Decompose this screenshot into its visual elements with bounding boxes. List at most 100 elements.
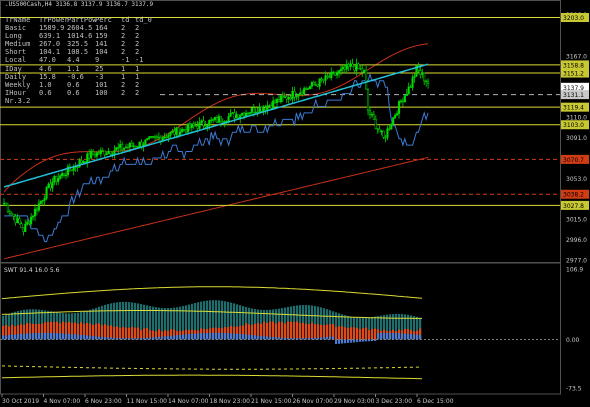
indicator-bar-red	[305, 323, 308, 340]
candle-body	[396, 113, 399, 116]
candle-body	[37, 203, 40, 211]
indicator-bar-blue	[341, 339, 344, 344]
candle-body	[318, 78, 321, 87]
candle-body	[394, 114, 397, 118]
symbol-quote-line: .US500Cash,H4 3136.8 3137.9 3136.7 3137.…	[5, 1, 154, 8]
indicator-bar-blue	[344, 339, 347, 344]
indicator-bar-blue	[350, 339, 353, 343]
indicator-bar-red	[137, 327, 140, 340]
candle-body	[153, 136, 157, 138]
table-cell: 2	[121, 40, 126, 49]
candle-body	[134, 145, 137, 148]
indicator-bar-blue	[71, 334, 74, 340]
candle-body	[61, 173, 64, 177]
candle-body	[175, 127, 178, 135]
indicator-bar-blue	[32, 333, 35, 340]
candle-body	[16, 218, 19, 223]
indicator-bar-blue	[416, 334, 419, 340]
candle-body	[28, 221, 31, 225]
candle-body	[183, 128, 186, 131]
candle-body	[6, 204, 9, 212]
candle-body	[206, 125, 209, 128]
candle-body	[262, 107, 265, 112]
table-cell: 2	[135, 48, 140, 57]
candle-body	[173, 130, 176, 135]
indicator-bar-blue	[236, 333, 239, 340]
candle-body	[163, 136, 166, 139]
indicator-bar-blue	[23, 333, 26, 340]
table-cell: 25	[95, 64, 104, 73]
indicator-bar-blue	[374, 339, 377, 342]
indicator-bar-blue	[122, 338, 125, 340]
indicator-bar-blue	[56, 333, 59, 340]
candle-body	[93, 154, 97, 157]
indicator-bar-red	[128, 327, 131, 340]
indicator-bar-blue	[233, 333, 236, 340]
indicator-bar-blue	[47, 332, 50, 340]
table-cell: 100	[95, 88, 108, 97]
candle-body	[287, 97, 290, 100]
indicator-bar-blue	[314, 337, 317, 340]
candle-body	[266, 105, 269, 111]
indicator-bar-blue	[170, 335, 173, 340]
candle-body	[316, 84, 319, 87]
candle-body	[107, 151, 110, 154]
table-cell: Daily	[5, 72, 27, 81]
indicator-bar-blue	[245, 334, 248, 340]
indicator-bar-red	[362, 328, 365, 340]
candle-body	[212, 119, 215, 121]
candle-body	[376, 128, 379, 130]
candle-body	[359, 68, 362, 70]
table-cell: 4.4	[67, 56, 80, 65]
candle-body	[53, 176, 56, 183]
indicator-bar-red	[113, 326, 116, 340]
candle-body	[117, 147, 120, 149]
indicator-bar-blue	[2, 335, 5, 340]
indicator-bar-blue	[134, 338, 137, 340]
indicator-bar-blue	[197, 333, 200, 340]
table-cell: IHour	[5, 88, 27, 97]
indicator-bar-red	[284, 323, 287, 340]
candle-body	[30, 216, 33, 225]
candle-body	[159, 136, 162, 142]
indicator-bar-blue	[410, 334, 413, 340]
candle-body	[184, 129, 188, 133]
candle-body	[241, 112, 244, 116]
candle-body	[217, 116, 220, 123]
candle-body	[86, 153, 89, 163]
indicator-bar-red	[299, 323, 302, 340]
table-cell: 2	[135, 88, 140, 97]
indicator-bar-blue	[41, 332, 44, 340]
table-cell: -3	[95, 72, 104, 81]
candle-body	[361, 68, 364, 73]
indicator-bar-blue	[92, 336, 95, 340]
candle-body	[177, 127, 180, 136]
candle-body	[155, 136, 159, 138]
indicator-tick-label: -73.5	[566, 386, 582, 393]
indicator-bar-blue	[44, 332, 47, 340]
candle-body	[219, 116, 222, 122]
indicator-bar-blue	[53, 333, 56, 340]
candle-body	[314, 84, 317, 86]
candle-body	[357, 63, 360, 69]
indicator-bar-blue	[86, 335, 89, 340]
candle-body	[169, 131, 172, 136]
table-cell	[135, 97, 163, 105]
indicator-bar-blue	[257, 335, 260, 340]
candle-body	[353, 66, 356, 71]
candle-body	[372, 114, 375, 120]
candle-body	[301, 92, 304, 95]
candle-body	[179, 131, 182, 136]
time-label: 4 Nov 07:00	[44, 398, 81, 405]
candle-body	[270, 105, 273, 109]
table-cell: 104.1	[39, 48, 61, 57]
candle-body	[306, 88, 310, 90]
time-label: 21 Nov 15:00	[251, 398, 292, 405]
table-cell: 108.5	[67, 48, 89, 57]
candle-body	[2, 202, 6, 205]
table-cell: 0.6	[67, 80, 80, 89]
indicator-bar-red	[344, 327, 347, 340]
indicator-bar-blue	[5, 335, 8, 340]
indicator-bar-blue	[242, 334, 245, 340]
table-row: Short 104.1 108.5 104 2 2	[5, 48, 163, 56]
